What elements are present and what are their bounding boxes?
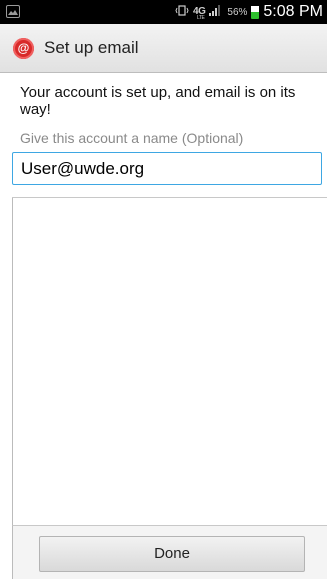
- content-area: [12, 198, 327, 525]
- done-button[interactable]: Done: [39, 536, 305, 572]
- signal-icon: [209, 3, 223, 21]
- action-bar: @ Set up email: [0, 24, 327, 73]
- lte-icon: 4G LTE: [193, 7, 206, 21]
- battery-percent: 56%: [227, 6, 248, 18]
- clock: 5:08 PM: [263, 3, 323, 20]
- account-name-label: Give this account a name (Optional): [20, 130, 244, 146]
- network-sub-label: LTE: [197, 15, 205, 21]
- email-app-icon[interactable]: @: [13, 38, 34, 59]
- account-name-input[interactable]: [12, 152, 322, 185]
- setup-complete-message: Your account is set up, and email is on …: [20, 84, 296, 118]
- screen: 4G LTE 56% 5:08 PM @ Set up email Your a…: [0, 0, 327, 579]
- vibrate-icon: [175, 5, 189, 19]
- status-bar: 4G LTE 56% 5:08 PM: [0, 0, 327, 24]
- image-icon: [6, 5, 20, 18]
- battery-icon: [251, 5, 260, 19]
- status-icons: 4G LTE 56% 5:08 PM: [175, 0, 323, 24]
- page-title: Set up email: [44, 38, 139, 57]
